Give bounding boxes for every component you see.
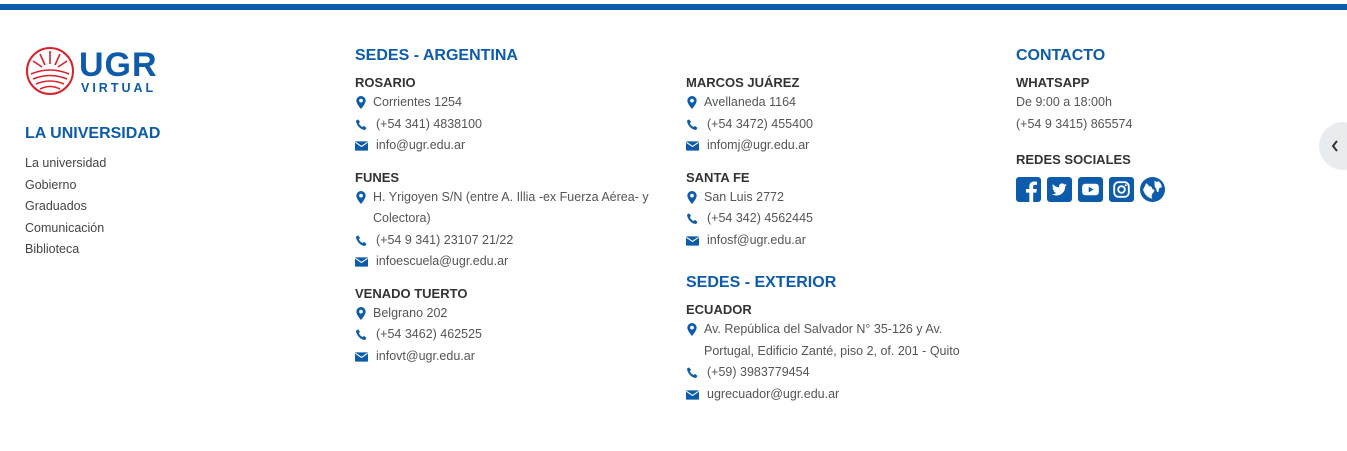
sede-rosario: ROSARIO Corrientes 1254 (+54 341) 483810… (355, 74, 665, 157)
link-comunicacion[interactable]: Comunicación (25, 218, 160, 240)
sede-name: SANTA FE (686, 169, 750, 185)
sede-funes: FUNES H. Yrigoyen S/N (entre A. Illia -e… (355, 169, 665, 273)
phone-icon (355, 234, 367, 246)
link-biblioteca[interactable]: Biblioteca (25, 239, 160, 261)
globe-icon[interactable] (1140, 177, 1165, 202)
map-pin-icon (356, 306, 366, 320)
phone-icon (355, 329, 367, 341)
phone-icon (686, 118, 698, 130)
sede-santa-fe: SANTA FE San Luis 2772 (+54 342) 4562445… (686, 169, 976, 252)
sidebar-toggle-button[interactable] (1319, 122, 1347, 170)
email-line[interactable]: info@ugr.edu.ar (355, 135, 665, 157)
email-line[interactable]: infosf@ugr.edu.ar (686, 230, 976, 252)
facebook-icon[interactable] (1016, 177, 1041, 202)
map-pin-icon (687, 96, 697, 109)
sede-name: FUNES (355, 169, 400, 185)
logo-wordmark: UGR (79, 46, 158, 84)
sedes-argentina-col1: SEDES - ARGENTINA ROSARIO Corrientes 125… (355, 46, 665, 379)
phone-icon (355, 118, 367, 130)
phone-line[interactable]: (+54 341) 4838100 (355, 114, 665, 136)
instagram-icon[interactable] (1109, 177, 1134, 202)
phone-line[interactable]: (+54 342) 4562445 (686, 208, 976, 230)
chevron-left-icon (1331, 140, 1338, 152)
envelope-icon (355, 351, 368, 362)
link-graduados[interactable]: Graduados (25, 196, 160, 218)
address-line: Corrientes 1254 (355, 92, 665, 114)
phone-line[interactable]: (+59) 3983779454 (686, 362, 976, 384)
email-line[interactable]: infomj@ugr.edu.ar (686, 135, 976, 157)
phone-line[interactable]: (+54 9 341) 23107 21/22 (355, 230, 665, 252)
sede-venado-tuerto: VENADO TUERTO Belgrano 202 (+54 3462) 46… (355, 285, 665, 368)
map-pin-icon (687, 323, 697, 336)
envelope-icon (686, 389, 699, 400)
redes-sociales-label: REDES SOCIALES (1016, 152, 1131, 167)
contacto-section: CONTACTO WHATSAPP De 9:00 a 18:00h (+54 … (1016, 46, 1236, 202)
social-icons (1016, 177, 1236, 202)
envelope-icon (355, 141, 368, 151)
sedes-argentina-col2: MARCOS JUÁREZ Avellaneda 1164 (+54 3472)… (686, 74, 976, 417)
map-pin-icon (356, 96, 366, 109)
sede-name: ROSARIO (355, 75, 416, 90)
contacto-title: CONTACTO (1016, 47, 1106, 64)
address-line: Belgrano 202 (355, 303, 665, 325)
address-line: San Luis 2772 (686, 187, 976, 209)
sede-marcos-juarez: MARCOS JUÁREZ Avellaneda 1164 (+54 3472)… (686, 74, 976, 157)
top-accent-bar (0, 4, 1347, 10)
address-line: Av. República del Salvador N° 35-126 y A… (686, 319, 979, 362)
logo-subtitle: VIRTUAL (81, 81, 157, 95)
email-line[interactable]: infovt@ugr.edu.ar (355, 346, 665, 368)
sede-ecuador: ECUADOR Av. República del Salvador N° 35… (686, 301, 976, 405)
whatsapp-phone[interactable]: (+54 9 3415) 865574 (1016, 114, 1236, 136)
whatsapp-hours: De 9:00 a 18:00h (1016, 95, 1112, 109)
link-la-universidad[interactable]: La universidad (25, 153, 160, 175)
sede-name: MARCOS JUÁREZ (686, 75, 800, 90)
sede-name: VENADO TUERTO (355, 285, 468, 301)
whatsapp-label: WHATSAPP (1016, 75, 1090, 90)
sedes-argentina-title: SEDES - ARGENTINA (355, 47, 518, 64)
phone-line[interactable]: (+54 3472) 455400 (686, 114, 976, 136)
twitter-icon[interactable] (1047, 177, 1072, 202)
phone-icon (686, 213, 698, 225)
sede-name: ECUADOR (686, 302, 752, 317)
map-pin-icon (687, 190, 697, 204)
email-line[interactable]: ugrecuador@ugr.edu.ar (686, 384, 976, 406)
link-gobierno[interactable]: Gobierno (25, 175, 160, 197)
envelope-icon (355, 257, 368, 267)
ugr-virtual-logo[interactable]: UGR VIRTUAL (25, 46, 165, 98)
envelope-icon (686, 141, 699, 151)
email-line[interactable]: infoescuela@ugr.edu.ar (355, 251, 665, 273)
youtube-icon[interactable] (1078, 177, 1103, 202)
sedes-exterior-title: SEDES - EXTERIOR (686, 274, 837, 291)
universidad-section: LA UNIVERSIDAD La universidad Gobierno G… (25, 124, 160, 261)
phone-icon (686, 367, 698, 379)
address-line: H. Yrigoyen S/N (entre A. Illia -ex Fuer… (355, 187, 663, 230)
phone-line[interactable]: (+54 3462) 462525 (355, 324, 665, 346)
envelope-icon (686, 235, 699, 246)
universidad-title: LA UNIVERSIDAD (25, 125, 161, 142)
address-line: Avellaneda 1164 (686, 92, 976, 114)
map-pin-icon (356, 190, 366, 204)
